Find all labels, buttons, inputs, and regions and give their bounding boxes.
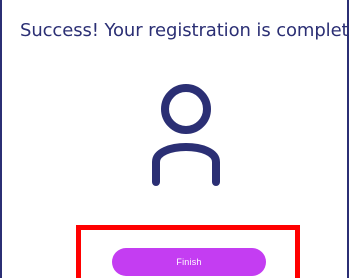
page-title: Success! Your registration is complete	[20, 20, 349, 41]
finish-button[interactable]: Finish	[112, 248, 266, 276]
user-icon	[152, 84, 220, 186]
registration-success-panel: Success! Your registration is complete F…	[0, 0, 349, 278]
